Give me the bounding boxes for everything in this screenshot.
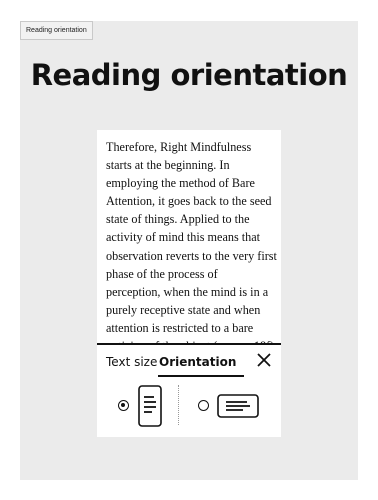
portrait-radio[interactable] (118, 400, 129, 411)
landscape-radio[interactable] (198, 400, 209, 411)
tab-text-size[interactable]: Text size (106, 355, 157, 369)
close-icon (257, 353, 271, 367)
browser-tab[interactable]: Reading orientation (20, 21, 93, 40)
text-line: Therefore, Right Mindfulness (106, 140, 252, 154)
settings-panel: Text size Orientation (97, 345, 281, 437)
close-button[interactable] (255, 351, 273, 369)
text-line: employing the method of Bare (106, 176, 255, 191)
text-line: starts at the beginning. In (106, 158, 230, 173)
landscape-orientation-icon[interactable] (217, 394, 259, 418)
page-title: Reading orientation (30, 58, 348, 92)
tab-orientation[interactable]: Orientation (159, 355, 236, 369)
portrait-orientation-icon[interactable] (138, 385, 162, 427)
text-line: Attention, it goes back to the seed (106, 194, 272, 209)
ereader-screen: Therefore, Right Mindfulness starts at t… (97, 130, 281, 437)
text-line: phase of the process of (106, 266, 218, 281)
text-line: state of things. Applied to the (106, 212, 250, 227)
text-line: purely receptive state and when (106, 302, 261, 317)
active-tab-indicator (158, 375, 244, 377)
text-line: observation reverts to the very first (106, 248, 277, 263)
text-line: attention is restricted to a bare (106, 320, 254, 335)
reading-text: Therefore, Right Mindfulness starts at t… (106, 138, 278, 355)
text-line: activity of mind this means that (106, 230, 261, 245)
text-line: perception, when the mind is in a (106, 284, 269, 299)
option-separator (178, 385, 179, 425)
